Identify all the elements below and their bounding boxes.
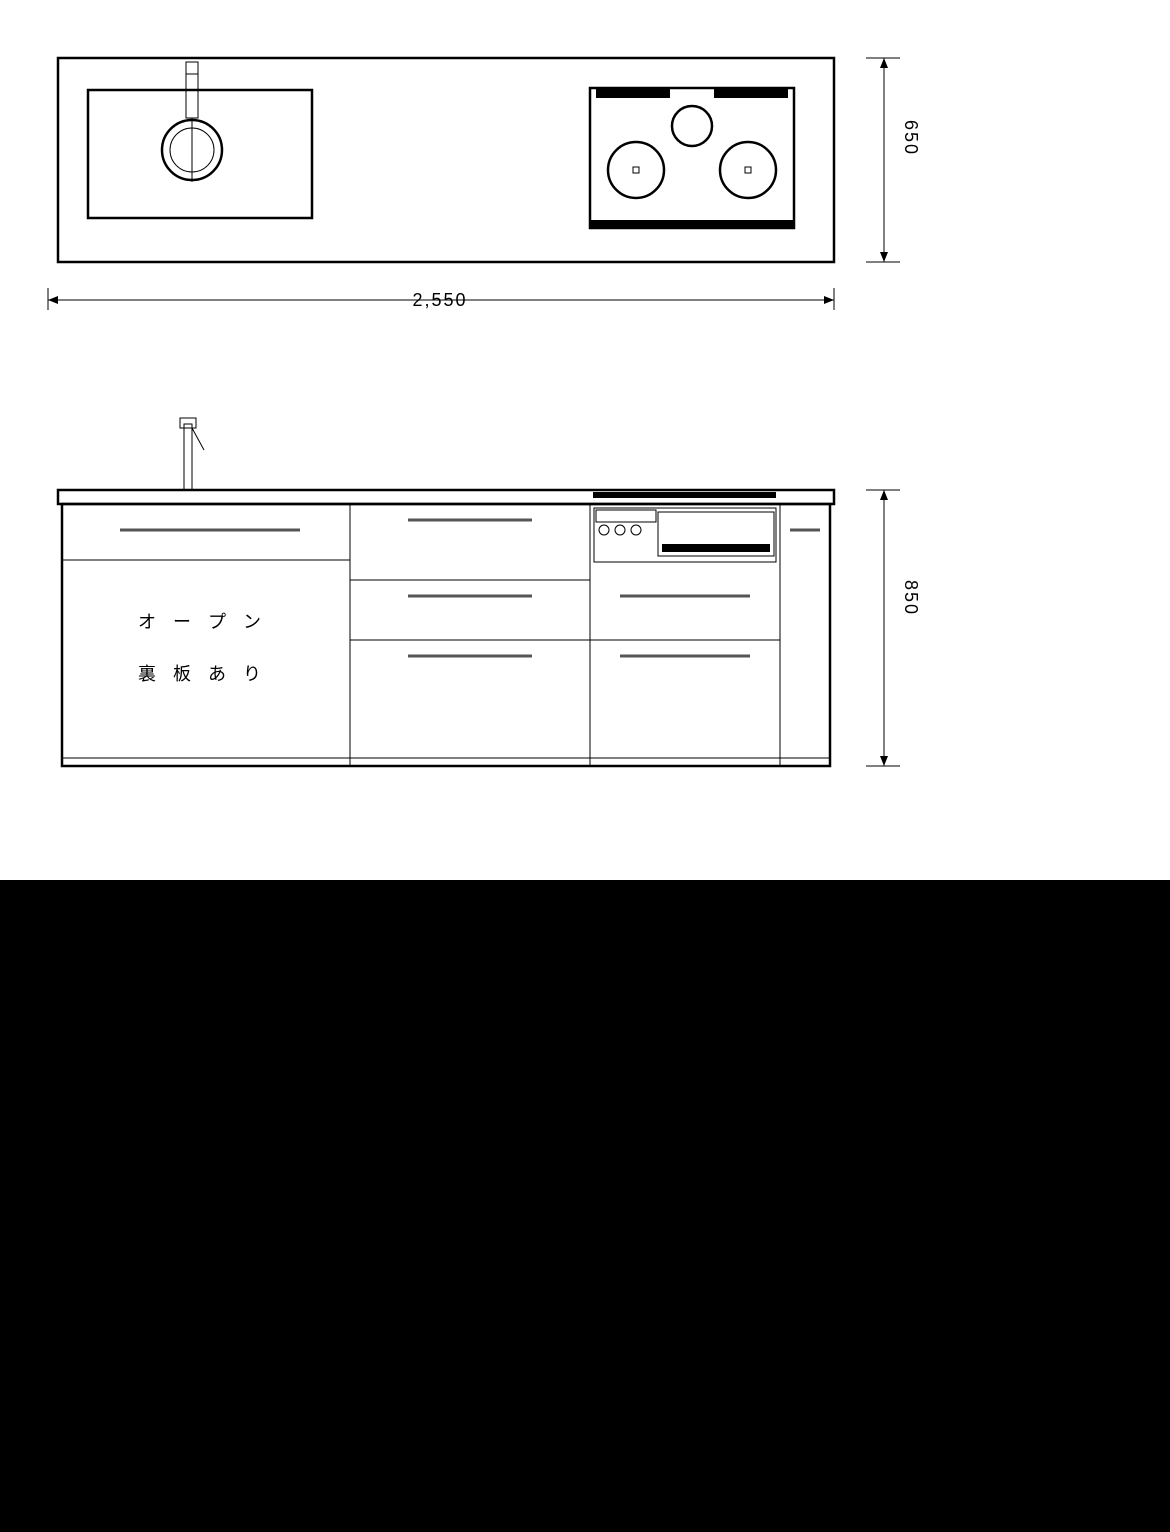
cooktop-front-bar-elev: [593, 492, 776, 498]
grill-knob-3: [631, 525, 641, 535]
faucet-lever-elev: [192, 428, 204, 450]
grill-knob-2: [615, 525, 625, 535]
dim-height-arrow-top: [880, 490, 888, 500]
faucet-body-elev: [184, 424, 192, 490]
kitchen-drawing: 2,550 650 850 オ ー プ ン 裏 板 あ り: [0, 0, 1170, 1532]
elevation-svg: [0, 0, 1170, 880]
open-area-label-2: 裏 板 あ り: [138, 660, 267, 686]
grill-knob-1: [599, 525, 609, 535]
faucet-head-elev: [180, 418, 196, 428]
grill-door-handle: [662, 544, 770, 552]
bottom-black-region: [0, 880, 1170, 1532]
dim-height-label: 850: [900, 580, 921, 616]
dim-height-arrow-bot: [880, 756, 888, 766]
base-cabinet-outline: [62, 504, 830, 766]
open-area-label-1: オ ー プ ン: [138, 608, 267, 634]
grill-control-panel: [596, 510, 656, 522]
